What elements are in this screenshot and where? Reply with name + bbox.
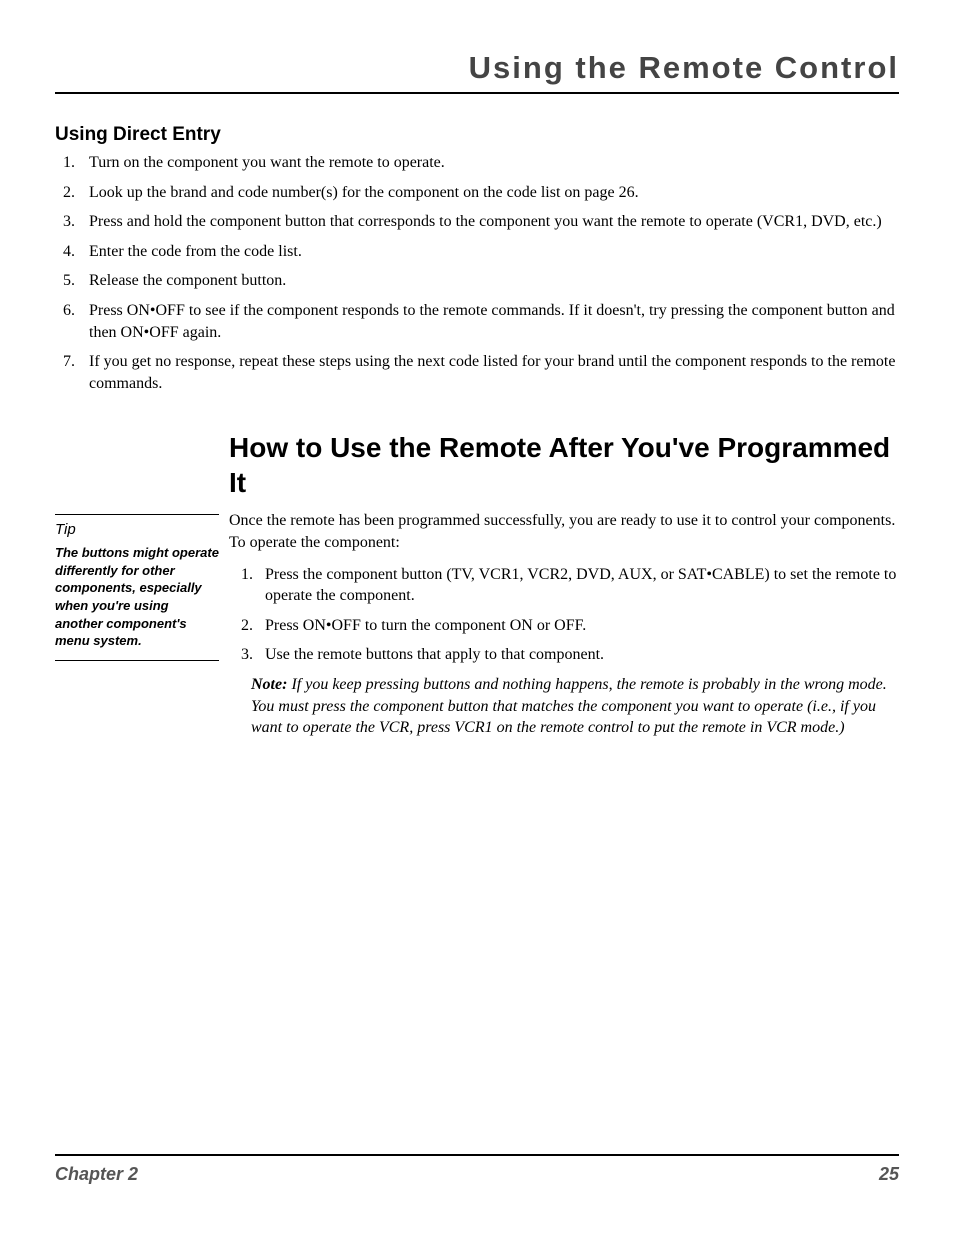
list-item: Press ON•OFF to see if the component res… <box>79 300 899 343</box>
footer-chapter: Chapter 2 <box>55 1164 138 1185</box>
list-item: If you get no response, repeat these ste… <box>79 351 899 394</box>
section1-heading: Using Direct Entry <box>55 124 899 146</box>
direct-entry-list: Turn on the component you want the remot… <box>55 152 899 394</box>
note-block: Note: If you keep pressing buttons and n… <box>251 674 899 739</box>
list-item: Press the component button (TV, VCR1, VC… <box>257 564 899 607</box>
list-item: Turn on the component you want the remot… <box>79 152 899 174</box>
two-column-region: Tip The buttons might operate differentl… <box>55 430 899 738</box>
main-column: How to Use the Remote After You've Progr… <box>229 430 899 738</box>
note-body: If you keep pressing buttons and nothing… <box>251 676 887 736</box>
operate-list: Press the component button (TV, VCR1, VC… <box>229 564 899 666</box>
section2-heading: How to Use the Remote After You've Progr… <box>229 430 899 500</box>
page: Using the Remote Control Using Direct En… <box>0 0 954 1235</box>
sidebar: Tip The buttons might operate differentl… <box>55 430 219 660</box>
list-item: Press and hold the component button that… <box>79 211 899 233</box>
list-item: Look up the brand and code number(s) for… <box>79 182 899 204</box>
list-item: Press ON•OFF to turn the component ON or… <box>257 615 899 637</box>
note-lead: Note: <box>251 676 287 693</box>
list-item: Use the remote buttons that apply to tha… <box>257 644 899 666</box>
page-header: Using the Remote Control <box>55 50 899 94</box>
tip-box: Tip The buttons might operate differentl… <box>55 514 219 660</box>
tip-title: Tip <box>55 521 219 538</box>
tip-body: The buttons might operate differently fo… <box>55 544 219 649</box>
section2-intro: Once the remote has been programmed succ… <box>229 510 899 553</box>
footer-page-number: 25 <box>879 1164 899 1185</box>
list-item: Release the component button. <box>79 270 899 292</box>
page-footer: Chapter 2 25 <box>55 1154 899 1185</box>
list-item: Enter the code from the code list. <box>79 241 899 263</box>
